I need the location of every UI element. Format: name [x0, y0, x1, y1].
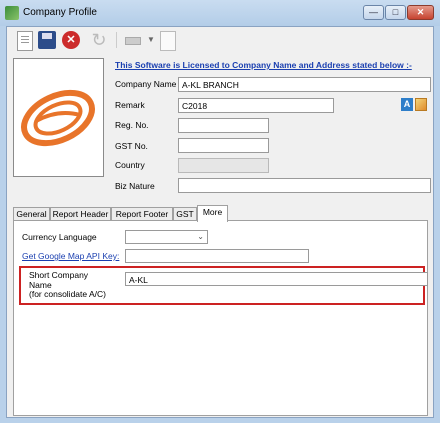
currency-language-label: Currency Language: [22, 232, 97, 242]
reg-no-label: Reg. No.: [115, 120, 149, 130]
company-profile-window: Company Profile — □ ✕ ✕ ↻ ▼ This Softwar…: [0, 0, 440, 423]
tab-general[interactable]: General: [13, 207, 50, 221]
new-document-icon[interactable]: [17, 31, 33, 51]
more-tab-panel: Currency Language ⌄ Get Google Map API K…: [13, 220, 428, 416]
tab-report-header[interactable]: Report Header: [50, 207, 111, 221]
image-icon[interactable]: [415, 98, 427, 111]
short-company-name-label-line: (for consolidate A/C): [29, 289, 107, 299]
close-button[interactable]: ✕: [407, 5, 434, 20]
window-title: Company Profile: [23, 7, 97, 18]
print-icon[interactable]: [124, 31, 142, 49]
minimize-button[interactable]: —: [363, 5, 384, 20]
dropdown-arrow-icon[interactable]: ▼: [147, 35, 155, 44]
google-map-api-key-field[interactable]: [125, 249, 309, 263]
toolbar-separator: [116, 32, 117, 48]
delete-icon[interactable]: ✕: [62, 31, 80, 49]
country-field: [178, 158, 269, 173]
save-icon[interactable]: [38, 31, 56, 49]
print-preview-icon[interactable]: [160, 31, 176, 51]
remark-label: Remark: [115, 100, 145, 110]
country-label: Country: [115, 160, 145, 170]
short-company-name-field[interactable]: A-KL: [125, 272, 428, 286]
biz-nature-label: Biz Nature: [115, 181, 155, 191]
company-name-label: Company Name: [115, 79, 177, 89]
short-company-name-label: Short Company Name (for consolidate A/C): [29, 270, 107, 300]
maximize-button[interactable]: □: [385, 5, 406, 20]
toolbar: ✕ ↻ ▼: [7, 27, 433, 53]
short-company-name-highlight: Short Company Name (for consolidate A/C)…: [19, 266, 428, 305]
title-bar[interactable]: Company Profile — □ ✕: [0, 0, 440, 26]
refresh-icon[interactable]: ↻: [87, 31, 111, 49]
google-map-api-key-link[interactable]: Get Google Map API Key:: [22, 251, 119, 261]
chevron-down-icon: ⌄: [197, 232, 204, 241]
currency-language-select[interactable]: ⌄: [125, 230, 208, 244]
tab-gst[interactable]: GST: [173, 207, 197, 221]
license-notice-link[interactable]: This Software is Licensed to Company Nam…: [115, 60, 412, 70]
logo-icon: [21, 89, 95, 147]
remark-field[interactable]: C2018: [178, 98, 334, 113]
gst-no-label: GST No.: [115, 141, 148, 151]
app-icon: [5, 6, 19, 20]
tab-report-footer[interactable]: Report Footer: [111, 207, 173, 221]
client-area: ✕ ↻ ▼ This Software is Licensed to Compa…: [6, 26, 434, 418]
company-name-field[interactable]: A-KL BRANCH: [178, 77, 431, 92]
gst-no-field[interactable]: [178, 138, 269, 153]
company-logo[interactable]: [13, 58, 104, 177]
tab-more[interactable]: More: [197, 205, 228, 222]
reg-no-field[interactable]: [178, 118, 269, 133]
biz-nature-field[interactable]: [178, 178, 431, 193]
font-icon[interactable]: A: [401, 98, 413, 111]
